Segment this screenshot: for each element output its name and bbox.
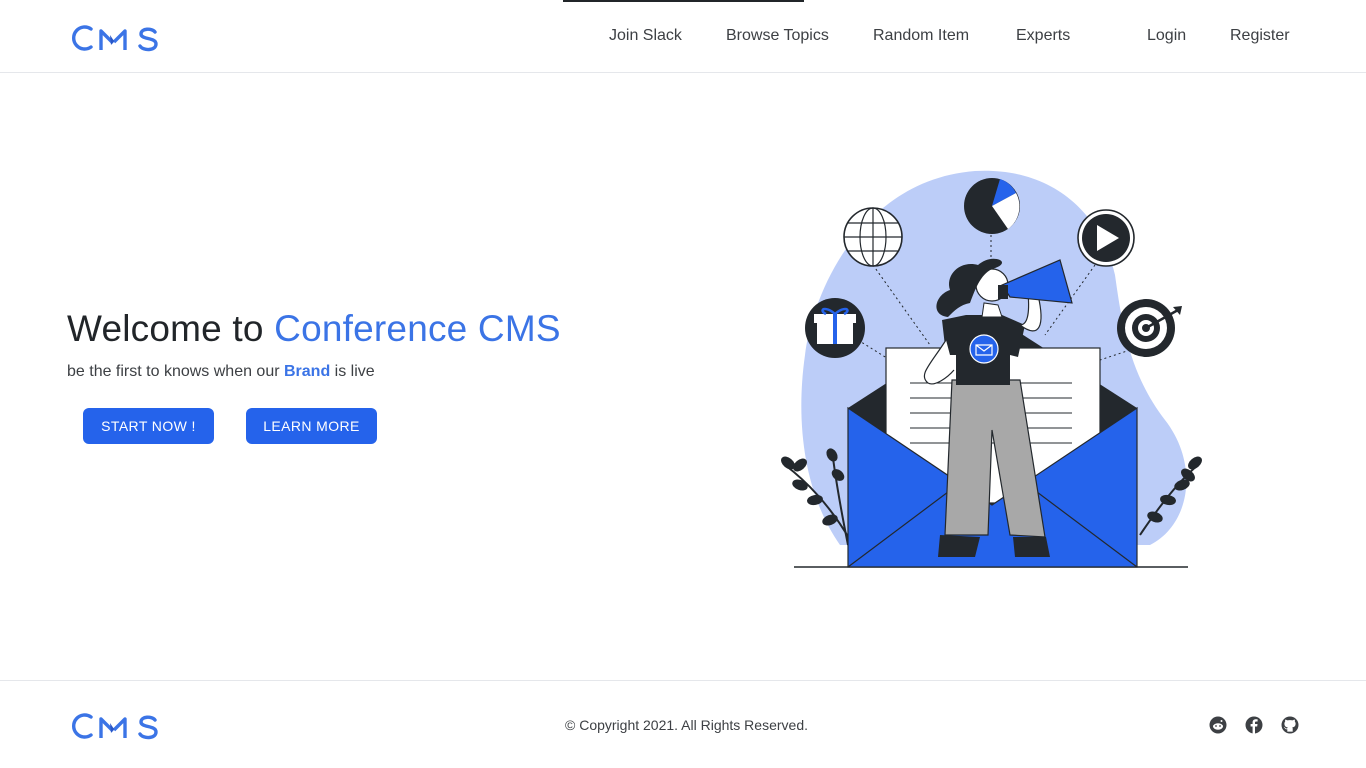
top-navbar: Join Slack Browse Topics Random Item Exp… <box>0 0 1366 73</box>
register-link[interactable]: Register <box>1230 27 1290 47</box>
nav-join-slack[interactable]: Join Slack <box>609 27 682 47</box>
pie-chart-icon <box>964 178 1020 234</box>
copyright-text: © Copyright 2021. All Rights Reserved. <box>565 717 808 733</box>
footer-cms-logo[interactable] <box>67 711 161 741</box>
marketing-megaphone-illustration <box>781 170 1202 568</box>
globe-icon <box>843 207 903 267</box>
reddit-icon[interactable] <box>1209 716 1227 734</box>
github-icon[interactable] <box>1281 716 1299 734</box>
hero-title: Welcome to Conference CMS <box>67 308 561 350</box>
footer: © Copyright 2021. All Rights Reserved. <box>0 680 1366 768</box>
facebook-icon[interactable] <box>1245 716 1263 734</box>
gift-icon <box>805 298 865 358</box>
learn-more-button[interactable]: LEARN MORE <box>246 408 377 444</box>
play-icon <box>1077 209 1135 267</box>
start-now-button[interactable]: START NOW ! <box>83 408 214 444</box>
hero-subtitle: be the first to knows when our Brand is … <box>67 363 375 381</box>
hero-title-prefix: Welcome to <box>67 308 275 349</box>
hero-title-accent: Conference CMS <box>274 308 561 349</box>
hero-subtitle-prefix: be the first to knows when our <box>67 363 284 380</box>
cms-logo[interactable] <box>67 23 161 53</box>
hero-subtitle-suffix: is live <box>330 363 375 380</box>
target-icon <box>1117 299 1182 357</box>
nav-experts[interactable]: Experts <box>1016 27 1070 47</box>
hero-subtitle-brand: Brand <box>284 363 331 380</box>
nav-random-item[interactable]: Random Item <box>873 27 969 47</box>
nav-browse-topics[interactable]: Browse Topics <box>726 27 829 47</box>
login-link[interactable]: Login <box>1147 27 1186 47</box>
loading-bar <box>563 0 804 2</box>
